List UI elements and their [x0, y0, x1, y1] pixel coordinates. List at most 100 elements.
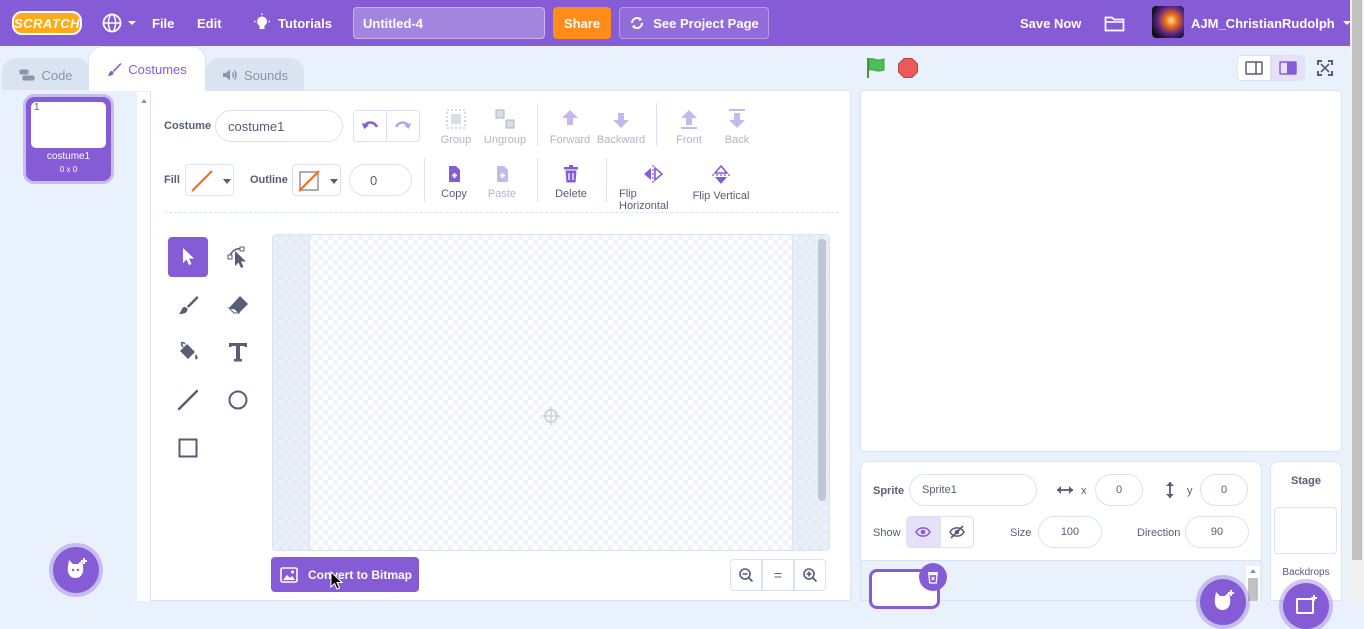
lightbulb-icon: [254, 13, 270, 29]
direction-input[interactable]: 90: [1185, 516, 1249, 548]
line-icon: [177, 389, 199, 411]
fullscreen-button[interactable]: [1310, 55, 1340, 81]
forward-button[interactable]: Forward: [550, 108, 590, 146]
cat-add-icon: [67, 558, 87, 578]
page-scrollbar[interactable]: [1350, 0, 1364, 601]
file-menu[interactable]: File: [152, 0, 174, 46]
convert-to-bitmap-button[interactable]: Convert to Bitmap: [271, 557, 419, 592]
delete-sprite-button[interactable]: [919, 563, 947, 591]
delete-button[interactable]: Delete: [555, 164, 587, 200]
reshape-tool[interactable]: [218, 237, 258, 277]
edit-menu[interactable]: Edit: [197, 0, 222, 46]
sprite-list-scrollbar-thumb[interactable]: [1248, 578, 1258, 601]
zoom-in-button[interactable]: [794, 559, 826, 591]
save-now-button[interactable]: Save Now: [1020, 0, 1081, 46]
redo-button[interactable]: [387, 111, 420, 141]
hide-sprite-button[interactable]: [940, 516, 974, 548]
tutorials-label: Tutorials: [278, 15, 332, 31]
flip-vertical-icon: [712, 164, 730, 184]
see-project-page-button[interactable]: See Project Page: [619, 7, 769, 39]
fill-tool[interactable]: [168, 332, 208, 372]
fill-color-picker[interactable]: [185, 164, 234, 196]
choose-costume-button[interactable]: [53, 547, 99, 593]
tab-code[interactable]: Code: [2, 58, 90, 91]
choose-sprite-button[interactable]: [1200, 579, 1246, 625]
stage-canvas[interactable]: [860, 90, 1342, 452]
tab-costumes[interactable]: Costumes: [88, 46, 206, 91]
sprite-name-input[interactable]: Sprite1: [909, 474, 1037, 506]
rectangle-tool[interactable]: [168, 428, 208, 468]
eraser-icon: [227, 296, 248, 314]
undo-button[interactable]: [354, 111, 387, 141]
toolbar-divider: [164, 212, 839, 213]
stop-icon[interactable]: [897, 57, 919, 79]
brush-tool[interactable]: [168, 285, 208, 325]
choose-backdrop-button[interactable]: [1283, 583, 1329, 629]
x-input[interactable]: 0: [1095, 474, 1143, 506]
tab-sounds[interactable]: Sounds: [206, 58, 304, 91]
paint-canvas[interactable]: [272, 234, 830, 551]
ungroup-button[interactable]: Ungroup: [484, 108, 526, 146]
separator: [606, 158, 607, 202]
copy-icon: [449, 166, 460, 182]
size-input[interactable]: 100: [1038, 516, 1102, 548]
costume-item-costume1[interactable]: 1 costume1 0 x 0: [26, 97, 111, 181]
back-button[interactable]: Back: [721, 108, 753, 146]
line-tool[interactable]: [168, 380, 208, 420]
show-label: Show: [873, 527, 901, 539]
backdrops-label: Backdrops: [1282, 567, 1330, 578]
language-menu[interactable]: [101, 0, 138, 46]
tutorials-button[interactable]: Tutorials: [252, 0, 332, 46]
outline-color-picker[interactable]: [292, 164, 341, 196]
outline-width-input[interactable]: 0: [349, 164, 412, 196]
costume-name-label: Costume: [164, 120, 212, 132]
my-stuff-button[interactable]: [1104, 0, 1125, 46]
text-icon: [229, 343, 247, 362]
horizontal-arrows-icon: [1057, 486, 1073, 494]
stage-pane-title: Stage: [1291, 475, 1321, 487]
avatar[interactable]: [1152, 6, 1184, 38]
arrow-up-icon: [562, 110, 578, 125]
costume-thumbnail: [31, 102, 106, 148]
copy-button[interactable]: Copy: [438, 164, 470, 200]
select-arrow-icon: [183, 248, 194, 265]
front-button[interactable]: Front: [673, 108, 705, 146]
send-to-back-icon: [729, 109, 745, 128]
y-input[interactable]: 0: [1200, 474, 1248, 506]
eraser-tool[interactable]: [218, 285, 258, 325]
image-icon: [280, 566, 298, 583]
fullscreen-icon: [1317, 60, 1333, 76]
paste-button[interactable]: Paste: [486, 164, 518, 200]
paintbrush-icon: [108, 62, 122, 76]
costume-name-input[interactable]: costume1: [215, 110, 343, 142]
costume-list-scrollbar[interactable]: [137, 92, 151, 601]
group-button[interactable]: Group: [440, 108, 472, 146]
scratch-logo[interactable]: SCRATCH: [12, 11, 82, 35]
show-sprite-button[interactable]: [906, 516, 940, 548]
flip-vertical-button[interactable]: Flip Vertical: [692, 164, 750, 202]
rectangle-icon: [178, 438, 198, 458]
large-stage-button[interactable]: [1271, 55, 1305, 81]
project-title-input[interactable]: Untitled-4: [353, 7, 545, 39]
zoom-reset-button[interactable]: =: [762, 559, 794, 591]
canvas-scrollbar[interactable]: [818, 239, 826, 501]
green-flag-icon[interactable]: [864, 56, 888, 80]
eye-off-icon: [949, 525, 965, 539]
select-tool[interactable]: [168, 237, 208, 277]
text-tool[interactable]: [218, 332, 258, 372]
share-button[interactable]: Share: [553, 7, 611, 39]
caret-down-icon: [330, 179, 338, 184]
backward-button[interactable]: Backward: [597, 108, 645, 146]
small-stage-button[interactable]: [1237, 55, 1271, 81]
small-stage-icon: [1245, 61, 1263, 75]
circle-tool[interactable]: [218, 380, 258, 420]
no-color-swatch-icon: [189, 168, 215, 194]
flip-horizontal-icon: [644, 165, 664, 183]
menu-bar: SCRATCH File Edit Tutorials Untitled-4 S…: [0, 0, 1353, 46]
account-menu[interactable]: AJM_ChristianRudolph: [1191, 0, 1353, 46]
separator: [537, 158, 538, 202]
page-scrollbar-thumb[interactable]: [1352, 0, 1362, 560]
zoom-out-button[interactable]: [730, 559, 762, 591]
flip-horizontal-button[interactable]: Flip Horizontal: [619, 164, 687, 212]
sprite-list-scrollbar[interactable]: [1246, 566, 1260, 601]
